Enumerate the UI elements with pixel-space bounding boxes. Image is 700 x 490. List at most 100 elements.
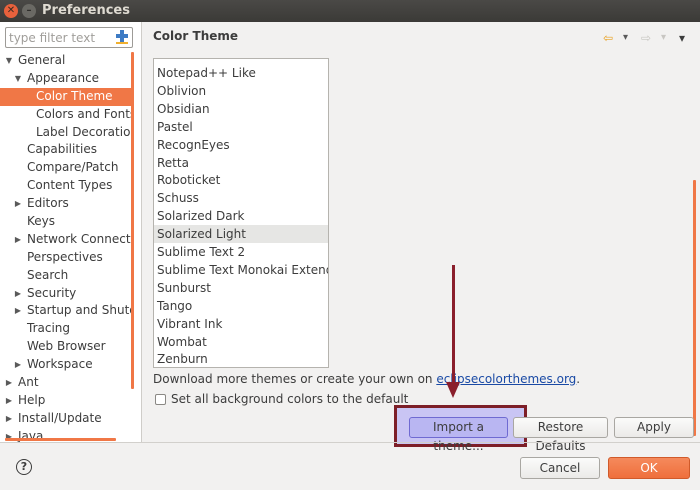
tree-item-label: Workspace — [27, 357, 93, 372]
tree-item-label: Content Types — [27, 178, 113, 193]
collapsed-arrow-icon[interactable]: ▶ — [13, 231, 23, 249]
dialog-button-bar: ? Cancel OK — [0, 442, 700, 490]
page-vertical-scrollbar[interactable] — [693, 180, 696, 436]
theme-list-item[interactable]: Retta — [154, 154, 328, 172]
theme-list-item[interactable]: Tango — [154, 297, 328, 315]
filter-input[interactable] — [9, 29, 113, 46]
annotation-arrow-line — [452, 265, 455, 385]
tree-item[interactable]: Search — [0, 267, 134, 285]
tree-item-label: General — [18, 53, 66, 67]
tree-item-label: Color Theme — [36, 88, 113, 103]
tree-item[interactable]: ▼ Appearance — [0, 70, 134, 88]
default-background-checkbox[interactable] — [155, 394, 166, 405]
page-title: Color Theme — [153, 29, 239, 43]
tree-item[interactable]: ▶ Startup and Shutdown — [0, 302, 134, 320]
theme-list-item[interactable]: Sublime Text Monokai Extended — [154, 261, 328, 279]
tree-item[interactable]: Label Decorations — [0, 124, 134, 142]
theme-list-item[interactable]: Roboticket — [154, 171, 328, 189]
theme-list-item[interactable]: Wombat — [154, 333, 328, 351]
tree-item[interactable]: ▶ Workspace — [0, 356, 134, 374]
theme-list-item[interactable]: Vibrant Ink — [154, 315, 328, 333]
theme-list-item[interactable]: Sunburst — [154, 279, 328, 297]
collapsed-arrow-icon[interactable]: ▶ — [13, 195, 23, 213]
tree-item[interactable]: ▶ Install/Update — [0, 410, 134, 428]
collapsed-arrow-icon[interactable]: ▶ — [13, 356, 23, 374]
expanded-arrow-icon[interactable]: ▼ — [4, 52, 14, 70]
collapsed-arrow-icon[interactable]: ▶ — [4, 410, 14, 428]
theme-list-item[interactable]: Sublime Text 2 — [154, 243, 328, 261]
theme-list-item[interactable]: Schuss — [154, 189, 328, 207]
tree-item[interactable]: Color Theme — [0, 87, 134, 106]
theme-list-item[interactable]: Notepad++ Like — [154, 64, 328, 82]
collapsed-arrow-icon[interactable]: ▶ — [4, 374, 14, 392]
theme-list-item[interactable]: Solarized Light — [154, 225, 328, 244]
back-arrow-icon[interactable]: ⇦ — [603, 31, 613, 45]
tree-item-label: Colors and Fonts — [36, 106, 134, 121]
theme-list-item[interactable]: Obsidian — [154, 100, 328, 118]
tree-item[interactable]: Colors and Fonts — [0, 106, 134, 124]
tree-item[interactable]: ▶ Network Connection — [0, 231, 134, 249]
theme-list[interactable]: Notepad++ Like Oblivion Obsidian Pastel Reco… — [153, 58, 329, 368]
tree-item-label: Install/Update — [18, 410, 102, 425]
theme-list-item[interactable]: RecognEyes — [154, 136, 328, 154]
tree-vertical-scrollbar[interactable] — [131, 52, 134, 389]
annotation-arrow-head — [446, 382, 460, 398]
window-title: Preferences — [42, 3, 130, 18]
collapsed-arrow-icon[interactable]: ▶ — [13, 285, 23, 303]
clear-filter-icon[interactable] — [114, 30, 130, 45]
tree-item[interactable]: Capabilities — [0, 141, 134, 159]
tree-item-label: Keys — [27, 214, 56, 229]
tree-item[interactable]: ▼ General — [0, 52, 134, 70]
tree-item-label: Perspectives — [27, 249, 103, 264]
help-icon[interactable]: ? — [16, 459, 32, 475]
tree-item[interactable]: Web Browser — [0, 338, 134, 356]
tree-item[interactable]: ▶ Ant — [0, 374, 134, 392]
tree-item-label: Web Browser — [27, 339, 106, 354]
tree-item[interactable]: ▶ Help — [0, 392, 134, 410]
cancel-button[interactable]: Cancel — [520, 457, 600, 479]
tree-item-label: Security — [27, 285, 77, 300]
close-icon: ✕ — [6, 5, 16, 16]
download-suffix: . — [576, 372, 581, 386]
close-window-button[interactable]: ✕ — [4, 4, 18, 18]
ok-button[interactable]: OK — [608, 457, 690, 479]
tree-item-label: Tracing — [27, 321, 71, 336]
tree-horizontal-scrollbar[interactable] — [5, 438, 116, 441]
tree-item-label: Compare/Patch — [27, 160, 119, 175]
tree-item[interactable]: Compare/Patch — [0, 159, 134, 177]
tree-item[interactable]: Keys — [0, 213, 134, 231]
theme-list-item[interactable]: Pastel — [154, 118, 328, 136]
tree-item-label: Editors — [27, 196, 69, 211]
collapsed-arrow-icon[interactable]: ▶ — [4, 392, 14, 410]
tree-item-label: Help — [18, 392, 46, 407]
filter-box — [5, 27, 133, 48]
default-background-label: Set all background colors to the default — [171, 392, 409, 406]
tree-item-label: Label Decorations — [36, 124, 134, 139]
tree-item[interactable]: Content Types — [0, 177, 134, 195]
tree-item-label: Search — [27, 267, 69, 282]
theme-list-item[interactable]: Solarized Dark — [154, 207, 328, 225]
tree-item-label: Appearance — [27, 70, 100, 85]
tree-item[interactable]: ▶ Security — [0, 285, 134, 303]
tree-item[interactable]: ▶ Editors — [0, 195, 134, 213]
tree-item[interactable]: Tracing — [0, 320, 134, 338]
preferences-tree-panel: ▼ General ▼ Appearance Color Theme Colors and… — [0, 22, 142, 443]
theme-list-item[interactable]: Zenburn — [154, 350, 328, 367]
collapsed-arrow-icon[interactable]: ▶ — [13, 302, 23, 320]
color-theme-page: Color Theme ⇦ ▾ ⇨ ▾ ▾ Notepad++ Like Obli… — [143, 22, 700, 442]
title-bar: ✕ – Preferences — [0, 0, 700, 22]
tree-item-label: Startup and Shutdown — [27, 303, 134, 318]
theme-list-item[interactable]: Oblivion — [154, 82, 328, 100]
back-menu-chevron-icon[interactable]: ▾ — [623, 31, 628, 45]
expanded-arrow-icon[interactable]: ▼ — [13, 70, 23, 88]
forward-menu-chevron-icon: ▾ — [661, 32, 667, 43]
apply-button[interactable]: Apply — [614, 417, 694, 438]
download-text: Download more themes or create your own … — [153, 372, 437, 386]
tree-item-label: Ant — [18, 375, 39, 390]
default-background-checkbox-row[interactable]: Set all background colors to the default — [155, 392, 408, 406]
minimize-window-button[interactable]: – — [22, 4, 36, 18]
restore-defaults-button[interactable]: Restore Defaults — [513, 417, 608, 453]
view-menu-chevron-icon[interactable]: ▾ — [679, 31, 685, 45]
tree-item[interactable]: Perspectives — [0, 249, 134, 267]
import-theme-button[interactable]: Import a theme... — [409, 417, 508, 453]
